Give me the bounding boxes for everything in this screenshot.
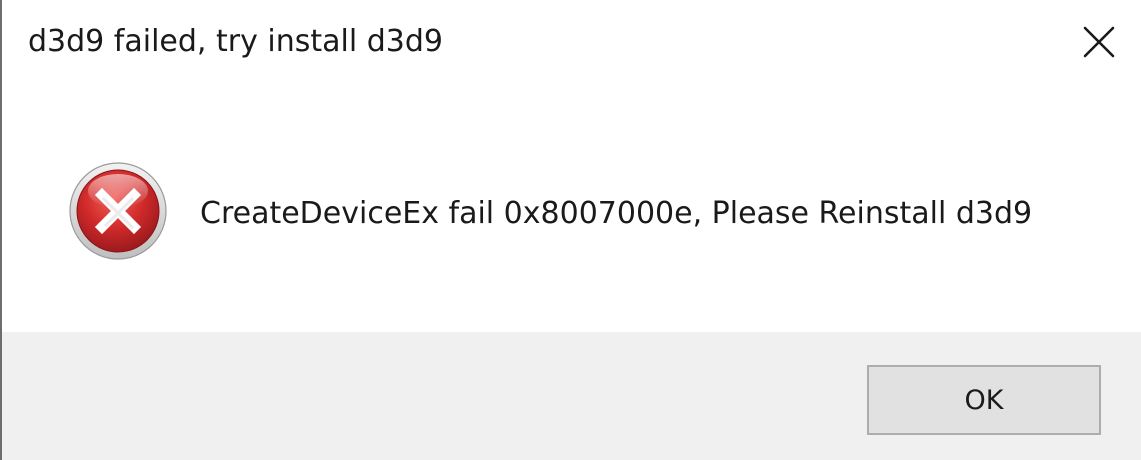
close-icon — [1083, 26, 1115, 58]
error-message: CreateDeviceEx fail 0x8007000e, Please R… — [200, 196, 1033, 231]
dialog-title: d3d9 failed, try install d3d9 — [28, 24, 443, 59]
close-button[interactable] — [1064, 12, 1134, 72]
message-box-dialog: d3d9 failed, try install d3d9 CreateDevi… — [0, 0, 1141, 460]
error-icon — [68, 161, 168, 261]
dialog-footer: OK — [2, 332, 1141, 460]
ok-button[interactable]: OK — [867, 365, 1101, 435]
title-bar: d3d9 failed, try install d3d9 — [2, 0, 1141, 90]
dialog-content: CreateDeviceEx fail 0x8007000e, Please R… — [2, 90, 1141, 332]
